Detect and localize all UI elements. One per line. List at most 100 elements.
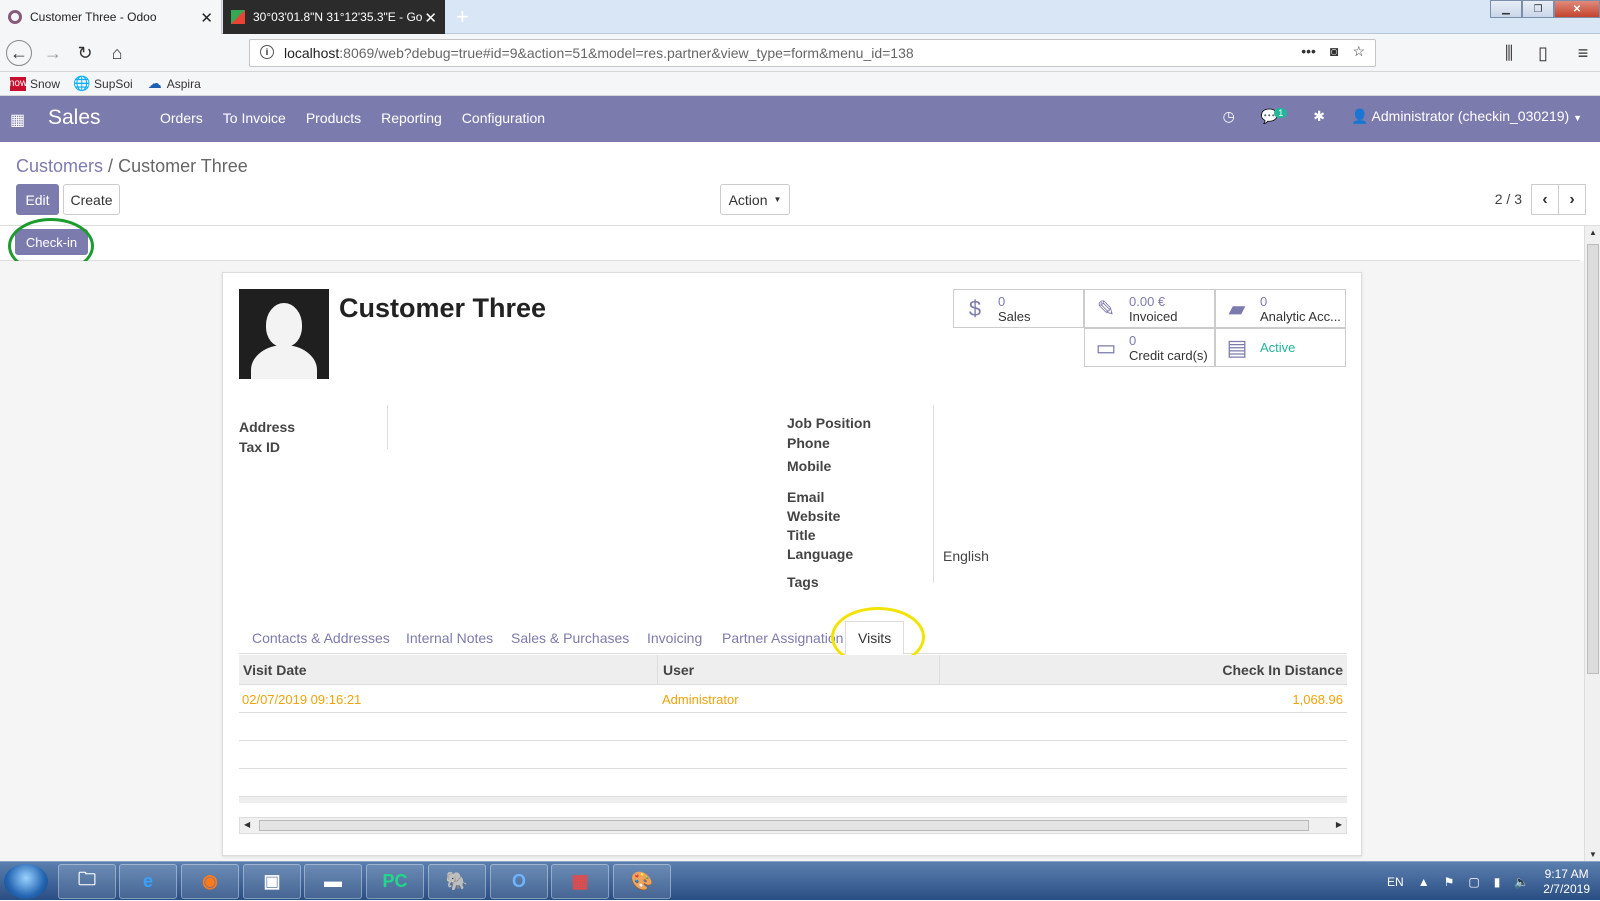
user-menu[interactable]: 👤 Administrator (checkin_030219) ▼ <box>1351 108 1582 125</box>
tab-contacts-addresses[interactable]: Contacts & Addresses <box>252 630 390 646</box>
outlook-icon[interactable]: O <box>490 864 548 899</box>
action-center-icon[interactable]: ⚑ <box>1444 875 1455 889</box>
clock[interactable]: 9:17 AM 2/7/2019 <box>1543 867 1590 897</box>
edit-button[interactable]: Edit <box>16 184 59 215</box>
language-indicator[interactable]: EN <box>1387 875 1404 889</box>
volume-icon[interactable]: 🔈 <box>1514 875 1529 889</box>
pycharm-icon[interactable]: PC <box>366 864 424 899</box>
clock-date: 2/7/2019 <box>1543 881 1590 896</box>
more-icon[interactable]: ••• <box>1301 43 1316 60</box>
paint-icon[interactable]: 🎨 <box>613 864 671 899</box>
tab-invoicing[interactable]: Invoicing <box>647 630 702 646</box>
close-tab-icon[interactable]: ✕ <box>200 9 213 27</box>
column-visit-date[interactable]: Visit Date <box>243 662 307 678</box>
start-button[interactable] <box>4 864 48 899</box>
tab-internal-notes[interactable]: Internal Notes <box>406 630 493 646</box>
analytic-smart-button[interactable]: ▰ 0 Analytic Acc... <box>1215 289 1346 328</box>
vertical-scrollbar[interactable]: ▲ ▼ <box>1584 226 1600 861</box>
caret-down-icon: ▼ <box>773 195 782 204</box>
active-toggle-button[interactable]: ▤ Active <box>1215 328 1346 367</box>
device-icon[interactable]: ▢ <box>1468 875 1479 889</box>
sales-smart-button[interactable]: $ 0 Sales <box>953 289 1084 328</box>
browser-tab-maps[interactable]: 30°03'01.8"N 31°12'35.3"E - Goo ✕ <box>223 0 445 34</box>
menu-to-invoice[interactable]: To Invoice <box>223 110 286 126</box>
phone-label: Phone <box>787 435 830 451</box>
library-icon[interactable]: ⫼ <box>1496 40 1522 66</box>
scroll-left-icon[interactable]: ◀ <box>244 820 250 829</box>
window-controls: ▁ ❐ ✕ <box>1490 0 1600 18</box>
file-explorer-icon[interactable]: 🗀 <box>58 864 116 899</box>
credit-card-smart-button[interactable]: ▭ 0 Credit card(s) <box>1084 328 1215 367</box>
maps-favicon-icon <box>231 10 245 24</box>
archive-icon: ▤ <box>1226 334 1248 360</box>
reload-icon[interactable]: ↻ <box>72 40 98 66</box>
apps-grid-icon[interactable]: ▦ <box>10 110 25 130</box>
table-row[interactable]: 02/07/2019 09:16:21 Administrator 1,068.… <box>239 685 1347 713</box>
tab-sales-purchases[interactable]: Sales & Purchases <box>511 630 629 646</box>
minimize-icon[interactable]: ▁ <box>1490 0 1522 18</box>
menu-configuration[interactable]: Configuration <box>462 110 545 126</box>
avatar[interactable] <box>239 289 329 379</box>
new-tab-button[interactable]: + <box>456 4 469 30</box>
menu-products[interactable]: Products <box>306 110 361 126</box>
bookmark-supsoi[interactable]: 🌐 SupSoi <box>73 75 133 91</box>
debug-bug-icon[interactable]: ✱ <box>1313 108 1325 125</box>
app-name[interactable]: Sales <box>48 106 101 130</box>
bookmark-label: SupSoi <box>94 76 133 91</box>
action-dropdown[interactable]: Action ▼ <box>720 184 790 215</box>
website-label: Website <box>787 508 841 524</box>
tab-partner-assignation[interactable]: Partner Assignation <box>722 630 843 646</box>
url-bar[interactable]: i localhost:8069/web?debug=true#id=9&act… <box>249 39 1376 67</box>
sidebar-icon[interactable]: ▯ <box>1530 40 1556 66</box>
column-check-in-distance[interactable]: Check In Distance <box>1222 662 1343 678</box>
column-user[interactable]: User <box>663 662 694 678</box>
browser-tab-odoo[interactable]: Customer Three - Odoo ✕ <box>0 0 222 34</box>
home-icon[interactable]: ⌂ <box>104 40 130 66</box>
system-tray: EN ▲ ⚑ ▢ ▮ 🔈 9:17 AM 2/7/2019 <box>1387 862 1590 901</box>
pager-next-button[interactable]: › <box>1558 184 1586 215</box>
field-separator <box>387 405 388 449</box>
table-header: Visit Date User Check In Distance <box>239 655 1347 685</box>
firefox-icon[interactable]: ◉ <box>181 864 239 899</box>
scroll-down-icon[interactable]: ▼ <box>1589 850 1597 859</box>
analytic-label: Analytic Acc... <box>1260 308 1341 324</box>
internet-explorer-icon[interactable]: e <box>119 864 177 899</box>
create-button[interactable]: Create <box>63 184 120 215</box>
cell-user: Administrator <box>662 692 739 707</box>
scrollbar-thumb[interactable] <box>259 820 1309 831</box>
column-divider <box>939 655 940 685</box>
network-signal-icon[interactable]: ▮ <box>1494 875 1501 889</box>
pager-previous-button[interactable]: ‹ <box>1531 184 1559 215</box>
close-window-icon[interactable]: ✕ <box>1554 0 1600 18</box>
pocket-icon[interactable]: ◙ <box>1330 43 1338 60</box>
menu-reporting[interactable]: Reporting <box>381 110 442 126</box>
scrollbar-thumb[interactable] <box>1587 244 1599 674</box>
scroll-right-icon[interactable]: ▶ <box>1336 820 1342 829</box>
invoiced-smart-button[interactable]: ✎ 0.00 € Invoiced <box>1084 289 1215 328</box>
language-value[interactable]: English <box>943 548 989 564</box>
winrar-icon[interactable]: ▦ <box>551 864 609 899</box>
horizontal-scrollbar[interactable]: ◀ ▶ <box>239 817 1347 834</box>
restore-icon[interactable]: ❐ <box>1522 0 1554 18</box>
star-icon[interactable]: ☆ <box>1352 43 1365 60</box>
forward-arrow-icon[interactable]: → <box>40 40 66 66</box>
pager-value[interactable]: 2 / 3 <box>1495 191 1522 207</box>
activity-clock-icon[interactable]: ◷ <box>1223 108 1235 125</box>
snow-icon: now <box>8 76 28 91</box>
breadcrumb-customers[interactable]: Customers <box>16 156 103 176</box>
scroll-up-icon[interactable]: ▲ <box>1589 228 1597 237</box>
hamburger-menu-icon[interactable]: ≡ <box>1570 40 1596 66</box>
bookmark-aspira[interactable]: ☁ Aspira <box>147 75 201 91</box>
tray-expand-icon[interactable]: ▲ <box>1418 875 1430 889</box>
form-sheet: Customer Three $ 0 Sales ✎ 0.00 € Invoiced… <box>222 272 1362 856</box>
menu-orders[interactable]: Orders <box>160 110 203 126</box>
avatar-head-shape <box>266 303 302 347</box>
back-arrow-icon[interactable]: ← <box>6 40 32 66</box>
messages-icon[interactable]: 💬1 <box>1261 108 1288 125</box>
command-prompt-icon[interactable]: ▬ <box>304 864 362 899</box>
network-app-icon[interactable]: ▣ <box>243 864 301 899</box>
bookmark-snow[interactable]: now Snow <box>8 76 60 91</box>
info-icon[interactable]: i <box>260 45 274 59</box>
close-tab-icon[interactable]: ✕ <box>424 9 437 27</box>
postgres-icon[interactable]: 🐘 <box>428 864 486 899</box>
